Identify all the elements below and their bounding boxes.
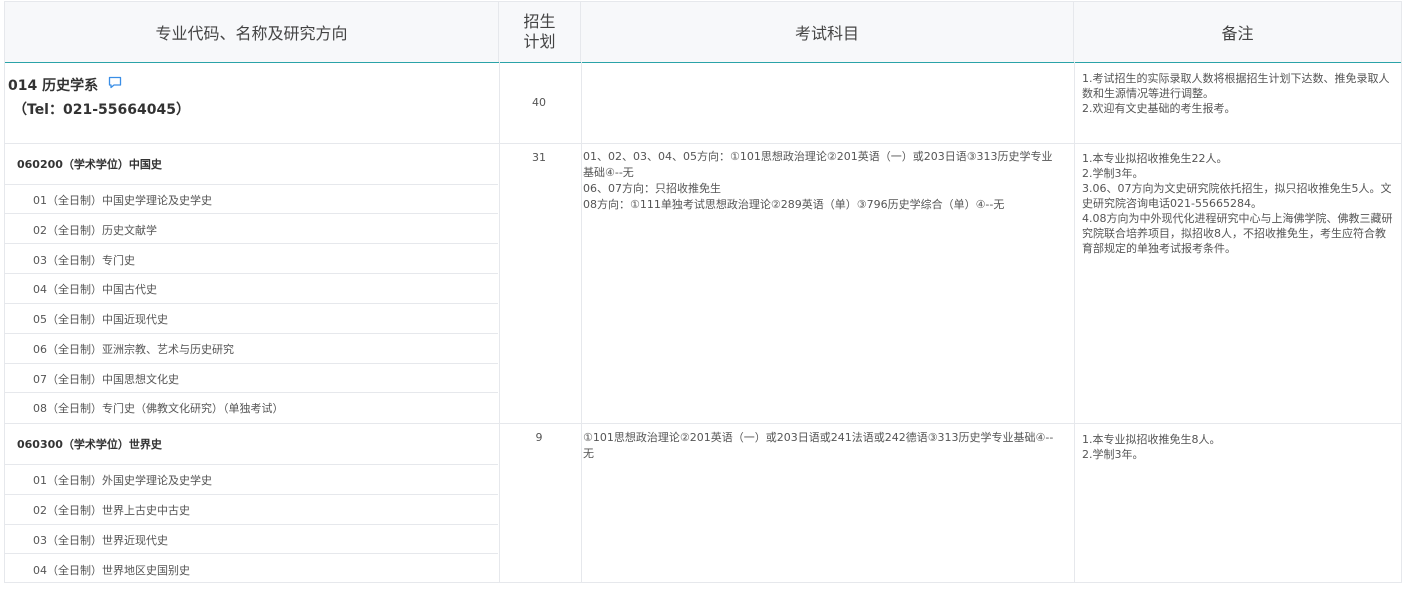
direction-item: 01（全日制）外国史学理论及史学史 bbox=[33, 474, 212, 487]
direction-item: 01（全日制）中国史学理论及史学史 bbox=[33, 194, 212, 207]
major-subjects: ①101思想政治理论②201英语（一）或203日语或241法语或242德语③31… bbox=[583, 430, 1063, 462]
direction-item: 08（全日制）专门史（佛教文化研究）（单独考试） bbox=[33, 402, 284, 415]
header-plan: 招生 计划 bbox=[499, 2, 581, 62]
subject-line: 08方向：①111单独考试思想政治理论②289英语（单）③796历史学综合（单）… bbox=[583, 198, 1005, 211]
note-line: 3.06、07方向为文史研究院依托招生，拟只招收推免生5人。文 bbox=[1082, 182, 1392, 195]
direction-item: 02（全日制）世界上古史中古史 bbox=[33, 504, 190, 517]
direction-item: 03（全日制）专门史 bbox=[33, 254, 135, 267]
major-plan: 31 bbox=[532, 151, 546, 164]
subject-line: 06、07方向：只招收推免生 bbox=[583, 182, 721, 195]
table-header: 专业代码、名称及研究方向 招生 计划 考试科目 备注 bbox=[5, 2, 1401, 63]
note-line: 1.本专业拟招收推免生8人。 bbox=[1082, 433, 1221, 446]
direction-item: 04（全日制）中国古代史 bbox=[33, 283, 157, 296]
direction-item: 05（全日制）中国近现代史 bbox=[33, 313, 168, 326]
note-line: 究院联合培养项目，拟招收8人，不招收推免生，考生应符合教 bbox=[1082, 227, 1386, 240]
direction-item: 04（全日制）世界地区史国别史 bbox=[33, 564, 190, 577]
header-notes: 备注 bbox=[1221, 24, 1254, 43]
subject-line: 无 bbox=[583, 447, 594, 460]
header-subjects: 考试科目 bbox=[581, 2, 1074, 62]
subject-line: 01、02、03、04、05方向：①101思想政治理论②201英语（一）或203… bbox=[583, 150, 1053, 163]
note-line: 数和生源情况等进行调整。 bbox=[1082, 87, 1214, 100]
subject-line: ①101思想政治理论②201英语（一）或203日语或241法语或242德语③31… bbox=[583, 431, 1054, 444]
header-plan-line1: 招生 bbox=[523, 12, 556, 31]
direction-item: 03（全日制）世界近现代史 bbox=[33, 534, 168, 547]
dept-plan: 40 bbox=[532, 96, 546, 109]
header-major: 专业代码、名称及研究方向 bbox=[5, 2, 499, 62]
header-plan-line2: 计划 bbox=[523, 32, 556, 51]
direction-item: 02（全日制）历史文献学 bbox=[33, 224, 157, 237]
major-title-chinese-history: 060200（学术学位）中国史 bbox=[17, 158, 162, 171]
dept-notes: 1.考试招生的实际录取人数将根据招生计划下达数、推免录取人 数和生源情况等进行调… bbox=[1082, 71, 1390, 116]
note-line: 史研究院咨询电话021-55665284。 bbox=[1082, 197, 1262, 210]
major-notes: 1.本专业拟招收推免生22人。 2.学制3年。 3.06、07方向为文史研究院依… bbox=[1082, 151, 1393, 256]
note-line: 1.考试招生的实际录取人数将根据招生计划下达数、推免录取人 bbox=[1082, 72, 1390, 85]
major-notes: 1.本专业拟招收推免生8人。 2.学制3年。 bbox=[1082, 432, 1221, 462]
dept-name: 014 历史学系 bbox=[8, 78, 99, 94]
chat-bubble-icon[interactable] bbox=[108, 76, 122, 89]
note-line: 2.学制3年。 bbox=[1082, 448, 1144, 461]
major-title-world-history: 060300（学术学位）世界史 bbox=[17, 438, 162, 451]
major-plan: 9 bbox=[535, 431, 543, 444]
major-subjects: 01、02、03、04、05方向：①101思想政治理论②201英语（一）或203… bbox=[583, 149, 1063, 213]
note-line: 育部规定的单独考试报考条件。 bbox=[1082, 242, 1236, 255]
note-line: 4.08方向为中外现代化进程研究中心与上海佛学院、佛教三藏研 bbox=[1082, 212, 1393, 225]
direction-item: 06（全日制）亚洲宗教、艺术与历史研究 bbox=[33, 343, 234, 356]
note-line: 2.欢迎有文史基础的考生报考。 bbox=[1082, 102, 1236, 115]
direction-item: 07（全日制）中国思想文化史 bbox=[33, 373, 179, 386]
dept-tel: （Tel：021-55664045） bbox=[13, 102, 190, 118]
note-line: 2.学制3年。 bbox=[1082, 167, 1144, 180]
subject-line: 基础④--无 bbox=[583, 166, 634, 179]
note-line: 1.本专业拟招收推免生22人。 bbox=[1082, 152, 1228, 165]
